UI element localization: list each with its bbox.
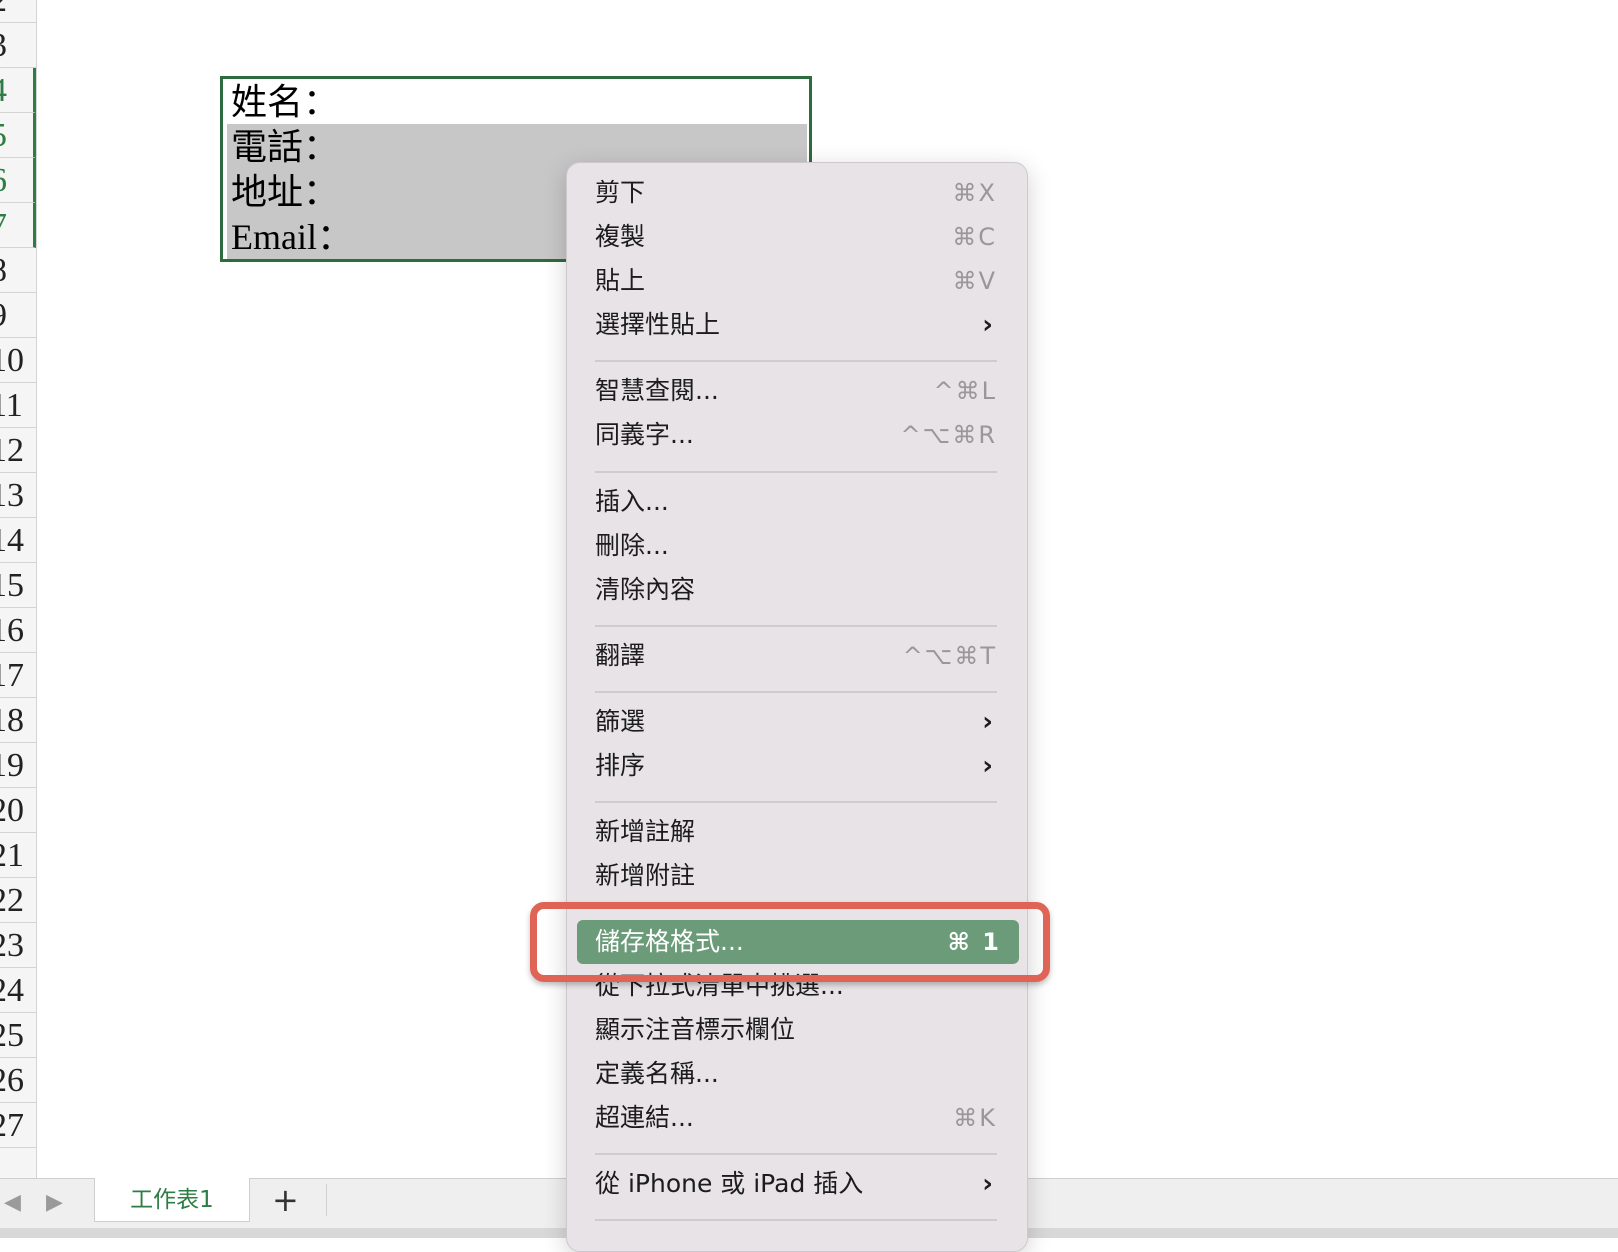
menu-item-thesaurus[interactable]: 同義字... ^⌥⌘R xyxy=(595,413,997,457)
menu-item-label: 翻譯 xyxy=(595,641,646,670)
shortcut-label: ^⌘L xyxy=(933,377,997,405)
shortcut-label: ⌘V xyxy=(952,267,997,295)
menu-item-define-name[interactable]: 定義名稱... xyxy=(595,1052,997,1096)
menu-item-new-comment[interactable]: 新增註解 xyxy=(595,810,997,854)
menu-item-label: 新增附註 xyxy=(595,861,696,890)
row-header-selected[interactable]: 7 xyxy=(0,203,36,248)
shortcut-label: ⌘X xyxy=(952,179,997,207)
menu-item-label: 新增註解 xyxy=(595,817,696,846)
menu-separator xyxy=(595,691,997,693)
menu-item-smart-lookup[interactable]: 智慧查閱... ^⌘L xyxy=(595,369,997,413)
menu-separator xyxy=(595,471,997,473)
menu-item-delete[interactable]: 刪除... xyxy=(595,524,997,568)
menu-item-label: 複製 xyxy=(595,222,646,251)
menu-separator xyxy=(595,801,997,803)
cell-name[interactable]: 姓名： xyxy=(227,79,807,124)
menu-item-sort[interactable]: 排序 › xyxy=(595,744,997,788)
shortcut-label: ^⌥⌘R xyxy=(900,421,997,449)
row-header[interactable]: 11 xyxy=(0,383,36,428)
row-header[interactable]: 21 xyxy=(0,833,36,878)
row-header[interactable]: 26 xyxy=(0,1058,36,1103)
row-header[interactable]: 9 xyxy=(0,293,36,338)
row-header-column: 2 3 4 5 6 7 8 9 10 11 12 13 14 15 16 17 … xyxy=(0,0,37,1178)
row-header[interactable]: 16 xyxy=(0,608,36,653)
row-header-selected[interactable]: 4 xyxy=(0,68,36,113)
row-header[interactable]: 24 xyxy=(0,968,36,1013)
menu-item-clear-contents[interactable]: 清除內容 xyxy=(595,568,997,612)
menu-item-label: 選擇性貼上 xyxy=(595,310,721,339)
shortcut-label: ^⌥⌘T xyxy=(902,642,997,670)
row-header[interactable]: 17 xyxy=(0,653,36,698)
row-header-selected[interactable]: 6 xyxy=(0,158,36,203)
row-header[interactable]: 14 xyxy=(0,518,36,563)
row-header[interactable]: 12 xyxy=(0,428,36,473)
menu-item-label: 插入... xyxy=(595,487,669,516)
menu-item-paste[interactable]: 貼上 ⌘V xyxy=(595,259,997,303)
menu-separator xyxy=(595,625,997,627)
menu-item-label: 剪下 xyxy=(595,178,646,207)
menu-item-insert[interactable]: 插入... xyxy=(595,480,997,524)
menu-item-label: 同義字... xyxy=(595,420,694,449)
row-header[interactable]: 2 xyxy=(0,0,36,23)
menu-item-cut[interactable]: 剪下 ⌘X xyxy=(595,171,997,215)
row-header[interactable]: 27 xyxy=(0,1103,36,1148)
menu-item-label: 篩選 xyxy=(595,707,646,736)
shortcut-label: ⌘K xyxy=(953,1104,997,1132)
menu-separator xyxy=(595,1219,997,1221)
menu-item-insert-from-iphone[interactable]: 從 iPhone 或 iPad 插入 › xyxy=(595,1162,997,1206)
row-header[interactable]: 3 xyxy=(0,23,36,68)
menu-item-label: 超連結... xyxy=(595,1103,694,1132)
chevron-right-icon: › xyxy=(982,751,993,781)
menu-item-label: 智慧查閱... xyxy=(595,376,719,405)
chevron-right-icon: › xyxy=(982,707,993,737)
menu-item-label: 貼上 xyxy=(595,266,646,295)
chevron-right-icon: › xyxy=(982,1169,993,1199)
menu-item-label: 定義名稱... xyxy=(595,1059,719,1088)
menu-item-label: 刪除... xyxy=(595,531,669,560)
menu-item-label: 清除內容 xyxy=(595,575,696,604)
row-header-selected[interactable]: 5 xyxy=(0,113,36,158)
menu-item-label: 排序 xyxy=(595,751,646,780)
menu-item-new-note[interactable]: 新增附註 xyxy=(595,854,997,898)
tab-divider xyxy=(326,1184,327,1216)
menu-item-label: 顯示注音標示欄位 xyxy=(595,1015,796,1044)
prev-sheet-icon[interactable]: ◀ xyxy=(4,1190,21,1215)
menu-item-copy[interactable]: 複製 ⌘C xyxy=(595,215,997,259)
row-header[interactable]: 15 xyxy=(0,563,36,608)
next-sheet-icon[interactable]: ▶ xyxy=(46,1190,63,1215)
row-header[interactable]: 8 xyxy=(0,248,36,293)
row-header[interactable]: 13 xyxy=(0,473,36,518)
row-header[interactable]: 18 xyxy=(0,698,36,743)
menu-separator xyxy=(595,1153,997,1155)
row-header[interactable]: 10 xyxy=(0,338,36,383)
annotation-highlight-box xyxy=(530,902,1050,982)
menu-item-label: 從 iPhone 或 iPad 插入 xyxy=(595,1169,864,1198)
menu-item-filter[interactable]: 篩選 › xyxy=(595,700,997,744)
shortcut-label: ⌘C xyxy=(952,223,997,251)
chevron-right-icon: › xyxy=(982,310,993,340)
row-header[interactable]: 22 xyxy=(0,878,36,923)
row-header[interactable]: 20 xyxy=(0,788,36,833)
menu-item-translate[interactable]: 翻譯 ^⌥⌘T xyxy=(595,634,997,678)
row-header[interactable]: 25 xyxy=(0,1013,36,1058)
add-sheet-button[interactable]: + xyxy=(272,1182,299,1218)
row-header[interactable]: 23 xyxy=(0,923,36,968)
menu-item-show-phonetic[interactable]: 顯示注音標示欄位 xyxy=(595,1008,997,1052)
menu-item-paste-special[interactable]: 選擇性貼上 › xyxy=(595,303,997,347)
row-header[interactable]: 19 xyxy=(0,743,36,788)
menu-item-hyperlink[interactable]: 超連結... ⌘K xyxy=(595,1096,997,1140)
context-menu: 剪下 ⌘X 複製 ⌘C 貼上 ⌘V 選擇性貼上 › 智慧查閱... ^⌘L 同義… xyxy=(566,162,1028,1252)
sheet-tab-1[interactable]: 工作表1 xyxy=(94,1178,250,1222)
menu-separator xyxy=(595,360,997,362)
